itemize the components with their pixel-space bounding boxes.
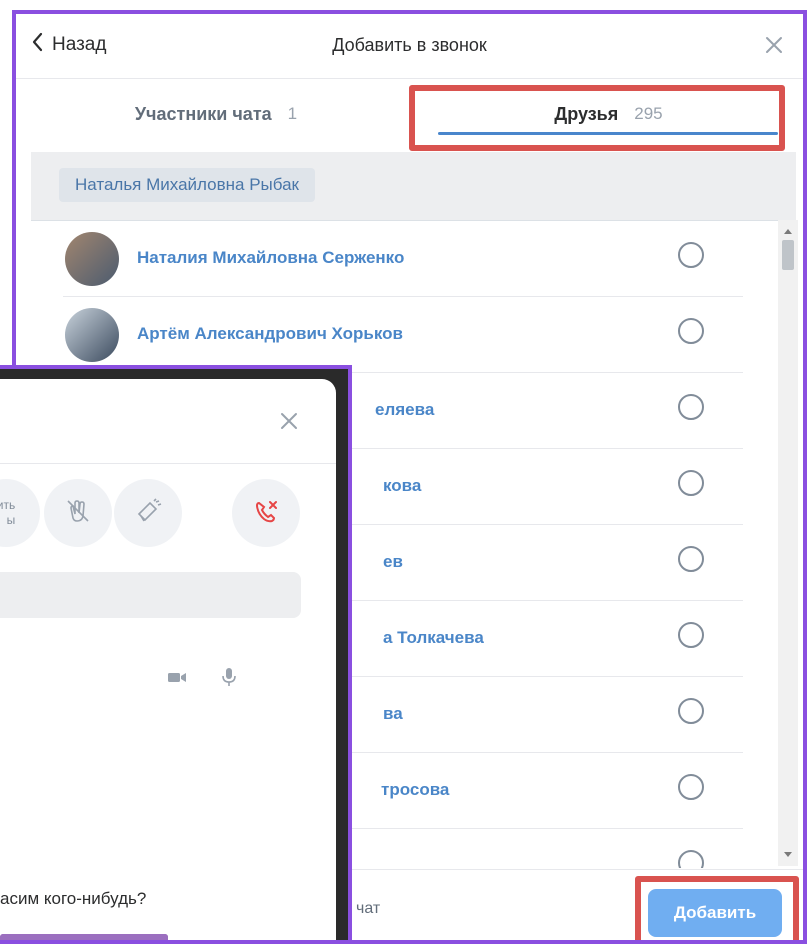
call-panel: ить ы асим кого-нибудь? [0,379,336,940]
scroll-down-arrow-icon[interactable] [778,848,798,862]
scroll-up-arrow-icon[interactable] [778,224,798,238]
select-radio[interactable] [678,470,704,496]
select-radio[interactable] [678,698,704,724]
select-radio[interactable] [678,394,704,420]
select-radio[interactable] [678,318,704,344]
scrollbar[interactable] [778,220,798,866]
close-icon [763,37,785,60]
invite-button-label: ить ы [0,498,16,527]
select-radio[interactable] [678,850,704,868]
friend-name[interactable]: еляева [375,372,434,448]
phone-hangup-icon [249,494,283,533]
select-radio[interactable] [678,774,704,800]
list-item[interactable]: Наталия Михайловна Серженко [63,220,743,297]
highlight-box-add-button [635,876,799,940]
mute-all-button[interactable] [44,479,112,547]
announce-button[interactable] [114,479,182,547]
list-item[interactable]: Артём Александрович Хорьков [63,296,743,373]
select-radio[interactable] [678,622,704,648]
search-input[interactable] [0,572,301,618]
avatar [65,232,119,286]
avatar [65,308,119,362]
end-call-button[interactable] [232,479,300,547]
close-button[interactable] [277,409,301,433]
tab-label: Участники чата [134,103,272,124]
call-panel-header [0,379,336,464]
invite-question: асим кого-нибудь? [0,889,147,908]
call-dialog-overlay: ить ы асим кого-нибудь? [0,365,352,944]
friend-name[interactable]: ев [383,524,403,600]
friend-name[interactable]: Наталия Михайловна Серженко [137,220,404,296]
selected-chip[interactable]: Наталья Михайловна Рыбак [59,168,315,202]
chat-label: чат [356,900,381,917]
scroll-thumb[interactable] [782,240,794,270]
friend-name[interactable]: ва [383,676,403,752]
highlight-box-invite [0,934,168,940]
friend-name[interactable]: а Толкачева [383,600,484,676]
highlight-box-friends-tab [409,85,785,151]
hand-off-icon [61,494,95,533]
invite-button[interactable]: ить ы [0,479,40,547]
dialog-title: Добавить в звонок [332,35,487,55]
megaphone-icon [131,494,165,533]
selected-participants: Наталья Михайловна Рыбак [31,152,796,221]
tab-chat-members[interactable]: Участники чата 1 [16,78,416,150]
friend-name[interactable]: тросова [381,752,449,828]
friend-name[interactable]: Артём Александрович Хорьков [137,296,403,372]
close-button[interactable] [763,34,785,56]
dialog-header: Назад Добавить в звонок [16,14,803,79]
camera-icon[interactable] [166,666,188,688]
select-radio[interactable] [678,242,704,268]
tabs-bar: Участники чата 1 Друзья 295 [16,78,803,151]
friend-name[interactable]: кова [383,448,421,524]
tab-count: 1 [287,104,298,123]
select-radio[interactable] [678,546,704,572]
close-icon [277,413,301,437]
microphone-icon[interactable] [218,666,240,688]
